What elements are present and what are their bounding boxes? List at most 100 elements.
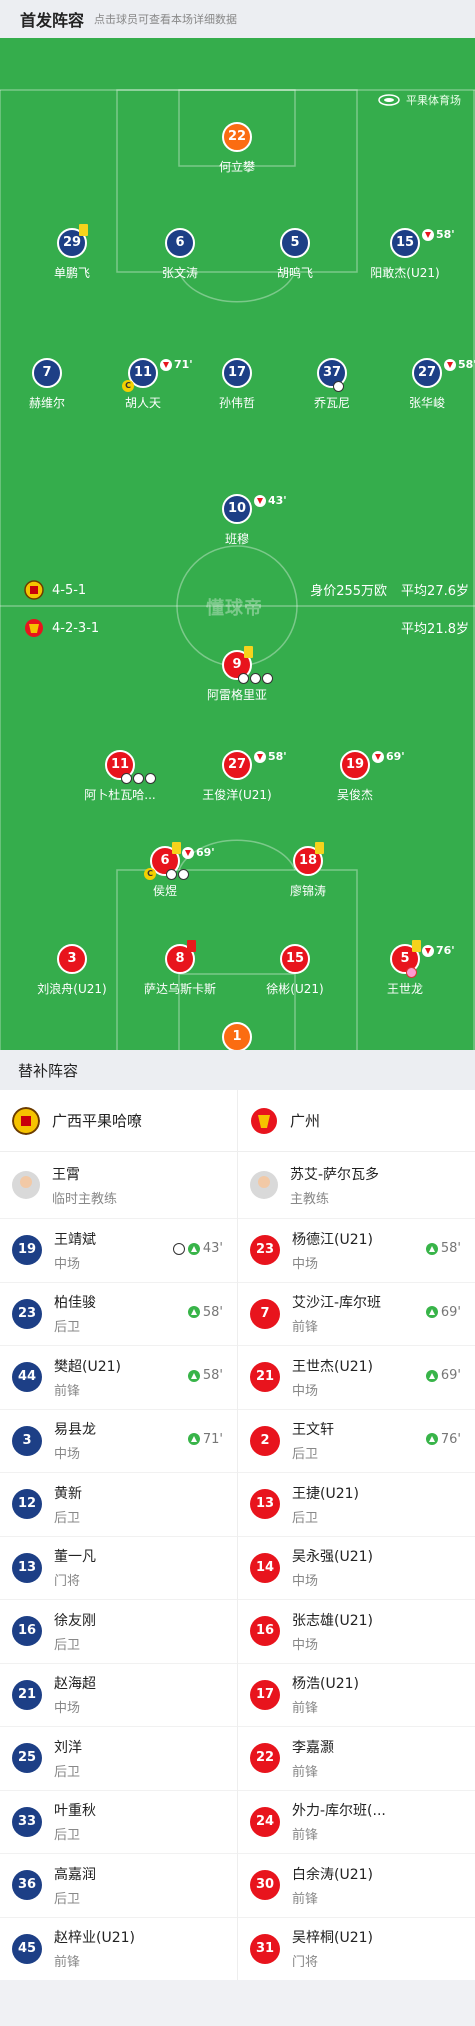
sub-player-row[interactable]: 13 王捷(U21) 后卫 (238, 1472, 475, 1536)
player-away[interactable]: 19 69' 吴俊杰 (295, 750, 415, 803)
away-coach[interactable]: 苏艾-萨尔瓦多 主教练 (238, 1152, 475, 1218)
player-away[interactable]: 11 阿卜杜瓦哈... (60, 750, 180, 803)
sub-in-icon (187, 1306, 200, 1318)
player-home[interactable]: 22 何立攀 (177, 122, 297, 175)
coach-role: 主教练 (290, 1191, 330, 1207)
player-home[interactable]: 6 张文涛 (120, 228, 240, 281)
home-formation-text: 4-5-1 (52, 582, 87, 598)
player-away[interactable]: 8 萨达乌斯卡斯 (120, 940, 240, 997)
sub-player-row[interactable]: 3 易县龙 中场 71' (0, 1408, 237, 1473)
player-number: 29 (62, 235, 82, 250)
sub-player-row[interactable]: 12 黄新 后卫 (0, 1472, 237, 1536)
sub-in-minute: 43' (202, 1241, 223, 1256)
player-number: 5 (400, 951, 410, 966)
sub-in-indicator: 76' (425, 1431, 461, 1447)
coach-name: 苏艾-萨尔瓦多 (290, 1166, 380, 1183)
player-home[interactable]: 5 胡鸣飞 (235, 228, 355, 281)
sub-player-position: 门将 (54, 1574, 81, 1590)
sub-player-row[interactable]: 36 高嘉润 后卫 (0, 1853, 237, 1917)
coach-name: 王霄 (52, 1166, 80, 1183)
sub-player-row[interactable]: 14 吴永强(U21) 中场 (238, 1535, 475, 1600)
sub-player-info: 黄新 后卫 (54, 1483, 214, 1526)
player-away[interactable]: 1阿斯汗(U21) (177, 1022, 297, 1050)
sub-player-info: 高嘉润 后卫 (54, 1864, 214, 1907)
sub-player-row[interactable]: 45 赵梓业(U21) 前锋 (0, 1916, 237, 1981)
sub-player-name: 黄新 (54, 1485, 82, 1502)
goal-indicators (166, 869, 189, 880)
player-number: 19 (345, 757, 365, 772)
sub-player-row[interactable]: 2 王文轩 后卫 76' (238, 1408, 475, 1473)
away-team-logo-icon (25, 619, 43, 637)
yellow-card-icon (172, 842, 181, 854)
sub-in-indicator: 43' (172, 1241, 223, 1256)
sub-player-name: 杨浩(U21) (292, 1676, 359, 1693)
player-name: 吴俊杰 (336, 788, 373, 802)
sub-out-indicator: 58' (444, 352, 475, 378)
sub-player-row[interactable]: 30 白余涛(U21) 前锋 (238, 1853, 475, 1917)
player-number: 15 (285, 951, 305, 966)
sub-out-minute: 58' (268, 750, 287, 763)
goal-icon (238, 673, 249, 684)
sub-in-minute: 71' (202, 1431, 223, 1447)
sub-in-icon (425, 1369, 438, 1382)
player-home[interactable]: 27 58' 张华峻 (367, 358, 475, 411)
sub-out-minute: 69' (386, 750, 405, 763)
player-number-circle: 15 58' (390, 228, 455, 258)
sub-player-info: 赵梓业(U21) 前锋 (54, 1927, 214, 1970)
sub-player-row[interactable]: 31 吴梓桐(U21) 门将 (238, 1916, 475, 1981)
sub-player-row[interactable]: 19 王靖斌 中场 43' (0, 1218, 237, 1282)
player-away[interactable]: 27 58' 王俊洋(U21) (177, 750, 297, 803)
player-number-badge: 45 (12, 1933, 42, 1964)
sub-player-row[interactable]: 23 杨德江(U21) 中场 58' (238, 1218, 475, 1282)
player-away[interactable]: 6 C 69' 侯煜 (105, 842, 225, 899)
sub-player-row[interactable]: 21 王世杰(U21) 中场 69' (238, 1345, 475, 1409)
sub-player-row[interactable]: 44 樊超(U21) 前锋 58' (0, 1345, 237, 1409)
sub-player-row[interactable]: 24 外力-库尔班(... 前锋 (238, 1789, 475, 1854)
home-avg-age: 平均27.6岁 (401, 584, 469, 599)
player-number-badge: 12 (12, 1489, 42, 1520)
player-number-badge: 19 (12, 1235, 42, 1266)
sub-player-row[interactable]: 17 杨浩(U21) 前锋 (238, 1662, 475, 1727)
player-away[interactable]: 3 刘浪舟(U21) (12, 944, 132, 997)
player-number: 6 (160, 853, 170, 868)
player-number-circle: 3 (57, 944, 87, 974)
player-number: 3 (67, 951, 77, 966)
player-number-badge: 44 (12, 1362, 42, 1393)
sub-player-row[interactable]: 7 艾沙江-库尔班 前锋 69' (238, 1281, 475, 1346)
player-number-circle: 8 (165, 940, 196, 974)
player-home[interactable]: 10 43' 班穆 (177, 494, 297, 547)
player-away[interactable]: 5 76' 王世龙 (345, 940, 465, 997)
player-away[interactable]: 15 徐彬(U21) (235, 944, 355, 997)
sub-player-position: 后卫 (54, 1764, 81, 1780)
home-team-header[interactable]: 广西平果哈嘹 (0, 1090, 237, 1152)
home-coach[interactable]: 王霄 临时主教练 (0, 1152, 237, 1218)
sub-in-minute: 76' (440, 1431, 461, 1447)
sub-out-icon (372, 751, 384, 763)
sub-player-row[interactable]: 23 柏佳骏 后卫 58' (0, 1281, 237, 1346)
sub-player-row[interactable]: 21 赵海超 中场 (0, 1662, 237, 1727)
player-away[interactable]: 9 阿雷格里亚 (177, 646, 297, 703)
sub-out-minute: 58' (458, 358, 475, 371)
coach-avatar (250, 1171, 278, 1199)
sub-player-row[interactable]: 22 李嘉灏 前锋 (238, 1726, 475, 1790)
page-bottom (0, 1980, 475, 2026)
sub-player-row[interactable]: 25 刘洋 后卫 (0, 1726, 237, 1790)
sub-player-row[interactable]: 16 张志雄(U21) 中场 (238, 1599, 475, 1663)
yellow-card-icon (79, 224, 88, 236)
away-formation: 4-2-3-1 (24, 618, 99, 638)
sub-player-name: 徐友刚 (54, 1612, 96, 1629)
player-home[interactable]: 15 58' 阳敢杰(U21) (345, 228, 465, 281)
sub-in-minute: 58' (440, 1241, 461, 1256)
sub-player-name: 李嘉灏 (292, 1739, 334, 1756)
player-number: 11 (133, 365, 153, 380)
away-team-header[interactable]: 广州 (238, 1090, 475, 1152)
sub-player-row[interactable]: 33 叶重秋 后卫 (0, 1789, 237, 1854)
sub-player-info: 刘洋 后卫 (54, 1737, 214, 1780)
player-away[interactable]: 18 廖锦涛 (248, 842, 368, 899)
sub-player-row[interactable]: 16 徐友刚 后卫 (0, 1599, 237, 1663)
player-home[interactable]: 29 单鹏飞 (12, 224, 132, 281)
sub-player-row[interactable]: 13 董一凡 门将 (0, 1535, 237, 1600)
player-number: 27 (417, 365, 437, 380)
player-number-badge: 23 (12, 1298, 42, 1329)
goal-icon (262, 673, 273, 684)
